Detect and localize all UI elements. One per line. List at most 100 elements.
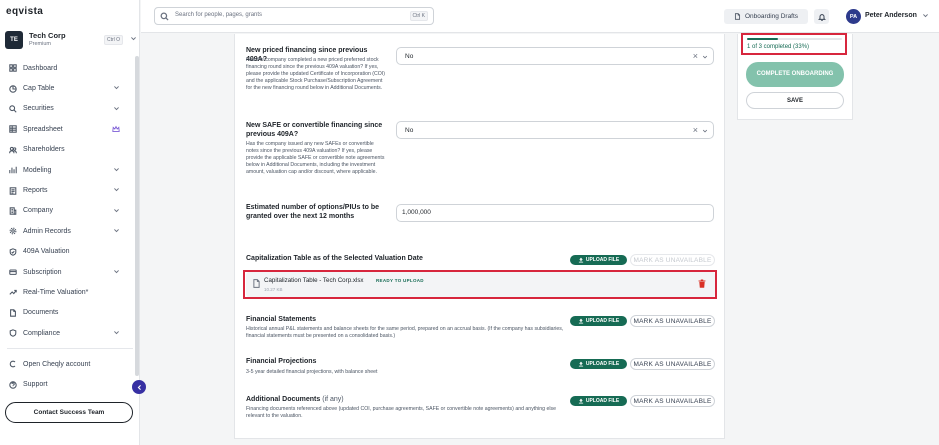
- financial-statements-upload-button[interactable]: UPLOAD FILE: [570, 316, 627, 326]
- contact-success-team-button[interactable]: Contact Success Team: [5, 402, 133, 423]
- sidebar-item-support[interactable]: Support: [0, 374, 138, 394]
- search-input[interactable]: Search for people, pages, grants Ctrl K: [154, 7, 434, 25]
- sidebar-item-label: Cap Table: [23, 85, 55, 93]
- sidebar-secondary-nav: Open Cheqly account Support: [0, 354, 138, 395]
- financial-projections-upload-button[interactable]: UPLOAD FILE: [570, 359, 627, 369]
- company-shortcut: Ctrl O: [104, 35, 124, 45]
- safe-financing-select[interactable]: No ×: [396, 121, 714, 139]
- sidebar-item-compliance[interactable]: Compliance: [0, 323, 138, 343]
- sidebar-item-open-cheqly[interactable]: Open Cheqly account: [0, 354, 138, 374]
- chevron-down-icon[interactable]: [922, 12, 929, 19]
- sidebar-item-admin-records[interactable]: Admin Records: [0, 221, 138, 241]
- sidebar-item-label: Documents: [23, 309, 59, 317]
- user-name[interactable]: Peter Anderson: [865, 12, 917, 19]
- uploaded-file-row: Capitalization Table - Tech Corp.xlsx RE…: [246, 272, 715, 297]
- sidebar-item-documents[interactable]: Documents: [0, 303, 138, 323]
- bell-icon: [817, 13, 826, 21]
- crown-icon: [112, 125, 120, 133]
- sidebar-item-label: Company: [23, 207, 53, 215]
- onboarding-drafts-button[interactable]: Onboarding Drafts: [724, 9, 808, 24]
- sidebar-item-409a-valuation[interactable]: 409A Valuation: [0, 242, 138, 262]
- sidebar-item-company[interactable]: Company: [0, 201, 138, 221]
- safe-financing-value: No: [405, 127, 414, 134]
- notifications-button[interactable]: [814, 9, 829, 24]
- additional-documents-upload-button[interactable]: UPLOAD FILE: [570, 396, 627, 406]
- upload-label: UPLOAD FILE: [585, 257, 620, 263]
- chevron-down-icon: [114, 270, 119, 274]
- upload-label: UPLOAD FILE: [585, 398, 620, 404]
- chevron-down-icon[interactable]: [702, 128, 708, 134]
- sidebar-item-label: 409A Valuation: [23, 248, 70, 256]
- sidebar-item-modeling[interactable]: Modeling: [0, 160, 138, 180]
- save-button[interactable]: SAVE: [746, 92, 844, 109]
- clear-icon[interactable]: ×: [693, 51, 698, 61]
- sidebar-item-label: Spreadsheet: [23, 125, 63, 133]
- onboarding-drafts-label: Onboarding Drafts: [744, 13, 799, 20]
- sidebar-item-subscription[interactable]: Subscription: [0, 262, 138, 282]
- chevron-down-icon: [114, 168, 119, 172]
- pie-chart-icon: [9, 84, 17, 93]
- app-root: eqvista TE Tech Corp Premium Ctrl O Dash…: [0, 0, 939, 445]
- sidebar-nav: Dashboard Cap Table Securities Spreadshe…: [0, 58, 138, 343]
- safe-financing-description: Has the company issued any new SAFEs or …: [246, 141, 385, 175]
- file-name: Capitalization Table - Tech Corp.xlsx: [264, 277, 364, 284]
- additional-documents-mark-unavailable-button[interactable]: MARK AS UNAVAILABLE: [630, 395, 715, 407]
- financial-projections-mark-unavailable-button[interactable]: MARK AS UNAVAILABLE: [630, 358, 715, 370]
- chevron-down-icon: [114, 229, 119, 233]
- user-avatar[interactable]: PA: [846, 9, 861, 24]
- document-icon: [734, 13, 740, 20]
- table-icon: [9, 125, 17, 134]
- topbar: Search for people, pages, grants Ctrl K …: [141, 0, 939, 33]
- sidebar-item-cap-table[interactable]: Cap Table: [0, 78, 138, 98]
- additional-documents-suffix: (if any): [322, 396, 344, 403]
- upload-icon: [578, 398, 583, 404]
- financial-statements-mark-unavailable-button[interactable]: MARK AS UNAVAILABLE: [630, 315, 715, 327]
- modeling-icon: [9, 166, 17, 174]
- building-icon: [9, 207, 17, 215]
- priced-financing-select[interactable]: No ×: [396, 47, 714, 65]
- app-logo[interactable]: eqvista: [6, 6, 43, 17]
- sidebar-item-label: Subscription: [23, 268, 62, 276]
- collapse-sidebar-button[interactable]: [132, 380, 146, 394]
- gear-icon: [9, 227, 17, 235]
- upload-icon: [578, 257, 583, 263]
- sidebar-item-securities[interactable]: Securities: [0, 99, 138, 119]
- search-icon: [160, 12, 169, 21]
- search-shortcut: Ctrl K: [409, 11, 428, 21]
- shield-check-icon: [9, 247, 17, 256]
- file-status-badge: READY TO UPLOAD: [376, 278, 424, 283]
- chevron-left-icon: [137, 384, 141, 390]
- sidebar-item-reports[interactable]: Reports: [0, 180, 138, 200]
- trash-icon[interactable]: [698, 279, 706, 288]
- sidebar-item-real-time-valuation[interactable]: Real-Time Valuation*: [0, 282, 138, 302]
- upload-label: UPLOAD FILE: [585, 318, 620, 324]
- shield-icon: [9, 329, 17, 338]
- document-icon: [10, 309, 16, 317]
- sidebar-scrollbar[interactable]: [135, 56, 139, 376]
- chevron-down-icon: [114, 188, 119, 192]
- chevron-down-icon: [114, 106, 119, 111]
- sidebar-item-spreadsheet[interactable]: Spreadsheet: [0, 119, 138, 139]
- cap-table-upload-button[interactable]: UPLOAD FILE: [570, 255, 627, 265]
- sidebar-item-dashboard[interactable]: Dashboard: [0, 58, 138, 78]
- progress-bar-fill: [747, 38, 779, 40]
- sidebar-divider: [7, 348, 133, 349]
- company-avatar: TE: [5, 31, 23, 49]
- company-switcher[interactable]: TE Tech Corp Premium Ctrl O: [5, 30, 136, 50]
- cap-table-mark-unavailable-button[interactable]: MARK AS UNAVAILABLE: [630, 254, 715, 266]
- upload-icon: [578, 361, 583, 367]
- chevron-down-icon[interactable]: [702, 54, 708, 60]
- report-icon: [9, 186, 17, 195]
- chevron-down-icon: [114, 86, 119, 90]
- financial-statements-title: Financial Statements: [246, 316, 317, 323]
- upload-icon: [578, 318, 583, 324]
- chevron-down-icon: [114, 331, 119, 335]
- trend-icon: [9, 290, 17, 296]
- grid-icon: [9, 64, 17, 72]
- complete-onboarding-button[interactable]: COMPLETE ONBOARDING: [746, 62, 844, 87]
- sidebar-item-shareholders[interactable]: Shareholders: [0, 140, 138, 160]
- sidebar-item-label: Modeling: [23, 166, 52, 174]
- clear-icon[interactable]: ×: [693, 125, 698, 135]
- options-estimate-input[interactable]: 1,000,000: [396, 204, 714, 222]
- sidebar: eqvista TE Tech Corp Premium Ctrl O Dash…: [0, 0, 146, 445]
